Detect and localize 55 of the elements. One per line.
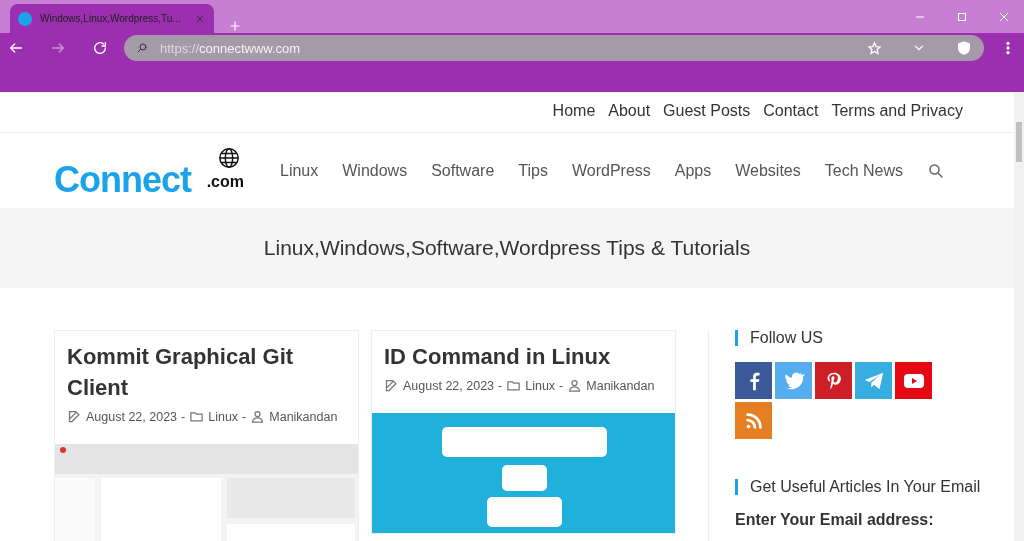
reload-icon [92,40,108,56]
search-icon [927,161,945,180]
search-icon [136,42,148,54]
post-title[interactable]: Kommit Graphical Git Client [67,341,346,403]
edit-icon [67,409,82,424]
scrollbar-thumb[interactable] [1016,122,1022,162]
close-icon [998,11,1010,23]
post-date: August 22, 2023 [86,409,178,424]
globe-icon [18,11,32,26]
social-button[interactable] [735,402,772,439]
widget-title: Get Useful Articles In Your Email [735,479,988,495]
nav-link[interactable]: Software [431,161,495,180]
category-link[interactable]: Linux [525,378,556,393]
meta-separator: - [498,378,503,393]
nav-link[interactable]: WordPress [571,161,651,180]
top-menu-link[interactable]: About [608,102,651,132]
social-button[interactable] [815,362,852,399]
forward-icon [50,40,66,56]
star-icon [867,40,882,56]
email-label: Enter Your Email address: [735,511,935,529]
nav-link[interactable]: Linux [280,161,319,180]
meta-separator: - [242,409,247,424]
widget-title: Follow US [735,330,988,346]
top-menu-link[interactable]: Guest Posts [663,102,751,132]
meta-separator: - [559,378,564,393]
nav-link[interactable]: Websites [735,161,801,180]
top-menu-link[interactable]: Contact [763,102,819,132]
top-menu-link[interactable]: Terms and Privacy [831,102,963,132]
globe-icon [218,146,240,169]
nav-link[interactable]: Apps [674,161,712,180]
author-link[interactable]: Manikandan [269,409,338,424]
bird-icon [782,369,805,392]
nav-link[interactable]: Windows [342,161,408,180]
meta-separator: - [181,409,186,424]
user-icon [567,378,583,393]
site-logo[interactable]: Connect .com [54,140,244,201]
social-button[interactable] [895,362,932,399]
top-menu-link[interactable]: Home [552,102,596,132]
post-title[interactable]: ID Command in Linux [384,341,663,372]
plus-icon [228,19,242,33]
shield-icon [956,40,972,56]
folder-icon [189,409,205,424]
author-link[interactable]: Manikandan [586,378,655,393]
category-link[interactable]: Linux [208,409,239,424]
folder-icon [506,378,522,393]
site-tagline: Linux,Windows,Software,Wordpress Tips & Tutorials [263,236,751,260]
url-text: https://connectwww.com [160,40,302,56]
edit-icon [384,378,399,393]
nav-link[interactable]: Tips [518,161,548,180]
post-date: August 22, 2023 [403,378,495,393]
user-icon [250,409,266,424]
social-button[interactable] [735,362,772,399]
back-icon [8,40,24,56]
nav-link[interactable]: Tech News [824,161,903,180]
maximize-icon [956,11,968,23]
